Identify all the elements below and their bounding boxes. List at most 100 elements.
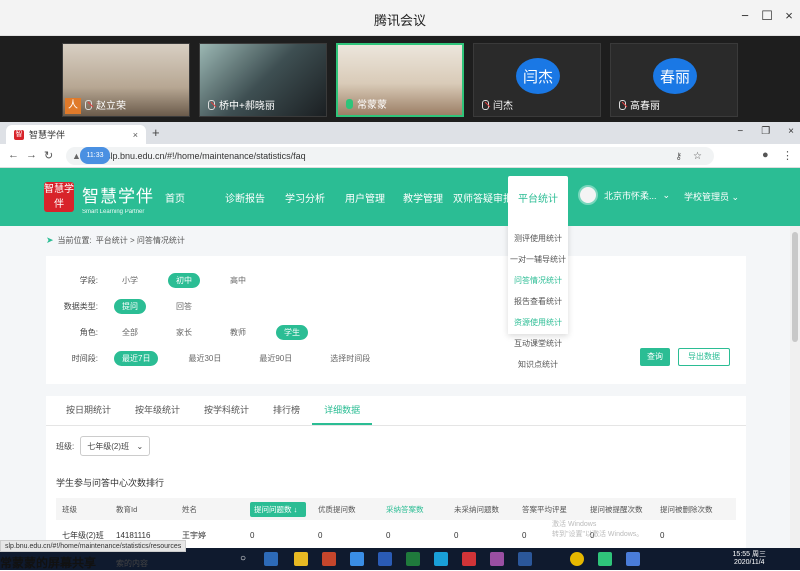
key-icon[interactable]: ⚷ [675, 151, 682, 162]
column-header[interactable]: 采纳答案数 [386, 504, 454, 515]
column-header[interactable]: 答案平均评星 [522, 504, 590, 515]
nav-item-analysis[interactable]: 学习分析 [285, 190, 345, 205]
participant-tile[interactable]: 闫杰 闫杰 [473, 43, 601, 117]
mic-off-icon [208, 99, 215, 110]
menu-item-report-view[interactable]: 报告查看统计 [508, 291, 568, 312]
role-menu[interactable]: 学校管理员 ⌄ [684, 190, 739, 203]
participant-tile[interactable]: 春丽 高春丽 [610, 43, 738, 117]
profile-icon[interactable]: ● [762, 149, 769, 161]
option-teacher[interactable]: 教师 [222, 325, 254, 340]
participant-tile-active[interactable]: 常蒙蒙 [336, 43, 464, 117]
minimize-icon[interactable]: − [737, 126, 743, 137]
menu-item-qa[interactable]: 问答情况统计 [508, 270, 568, 291]
close-tab-icon[interactable]: × [133, 130, 138, 140]
scrollbar[interactable] [790, 226, 800, 548]
nav-item-qa-approval[interactable]: 双师答疑审批 [453, 190, 513, 205]
column-header[interactable]: 优质提问数 [318, 504, 386, 515]
option-primary[interactable]: 小学 [114, 273, 146, 288]
windows-activation-notice: 激活 Windows 转到"设置"以激活 Windows。 [552, 521, 644, 538]
camera-feed [63, 44, 189, 116]
edge-icon[interactable] [350, 552, 364, 566]
app-icon[interactable] [518, 552, 532, 566]
option-30-days[interactable]: 最近30日 [180, 351, 229, 366]
close-icon[interactable]: × [782, 9, 796, 23]
option-all[interactable]: 全部 [114, 325, 146, 340]
tab-details[interactable]: 详细数据 [312, 396, 373, 425]
new-tab-button[interactable]: + [152, 125, 160, 140]
option-parent[interactable]: 家长 [168, 325, 200, 340]
filter-row-period: 时间段: 最近7日 最近30日 最近90日 选择时间段 [46, 350, 400, 366]
browser-tab[interactable]: 智 智慧学伴 × [6, 125, 146, 144]
nav-item-home[interactable]: 首页 [165, 190, 225, 205]
onenote-icon[interactable] [490, 552, 504, 566]
option-senior[interactable]: 高中 [222, 273, 254, 288]
app-icon[interactable] [626, 552, 640, 566]
menu-item-knowledge[interactable]: 知识点统计 [508, 354, 568, 375]
task-view-icon[interactable] [264, 552, 278, 566]
user-menu[interactable]: 北京市怀柔... ⌄ [578, 185, 670, 205]
menu-item-tutoring[interactable]: 一对一辅导统计 [508, 249, 568, 270]
tab-by-grade[interactable]: 按年级统计 [123, 396, 192, 425]
nav-item-statistics[interactable]: 平台统计 [508, 176, 568, 226]
option-90-days[interactable]: 最近90日 [251, 351, 300, 366]
column-header[interactable]: 未采纳问题数 [454, 504, 522, 515]
star-icon[interactable]: ☆ [693, 151, 702, 162]
chrome-icon[interactable] [570, 552, 584, 566]
export-button[interactable]: 导出数据 [678, 348, 730, 366]
table-cell: 0 [318, 530, 323, 540]
excel-icon[interactable] [406, 552, 420, 566]
column-header[interactable]: 班级 [56, 504, 116, 515]
tab-by-date[interactable]: 按日期统计 [54, 396, 123, 425]
brand-tagline: Smart Learning Partner [82, 209, 145, 215]
filter-row-role: 角色: 全部 家长 教师 学生 [46, 324, 330, 340]
filter-row-type: 数据类型: 提问 回答 [46, 298, 222, 314]
option-7-days[interactable]: 最近7日 [114, 350, 159, 366]
menu-item-interactive-class[interactable]: 互动课堂统计 [508, 333, 568, 354]
menu-item-resources[interactable]: 资源使用统计 [508, 312, 568, 333]
location-icon: ➤ [46, 235, 54, 245]
powerpoint-icon[interactable] [322, 552, 336, 566]
app-icon[interactable] [462, 552, 476, 566]
filter-label: 学段: [79, 275, 98, 285]
option-junior[interactable]: 初中 [168, 272, 200, 288]
back-icon[interactable]: ← [8, 149, 19, 161]
column-header[interactable]: 提问被删除次数 [660, 504, 722, 515]
tencent-meeting-icon[interactable] [598, 552, 612, 566]
scroll-thumb[interactable] [792, 232, 798, 342]
class-select[interactable]: 七年级(2)班 ⌄ [80, 436, 151, 456]
option-question[interactable]: 提问 [114, 298, 146, 314]
word-icon[interactable] [378, 552, 392, 566]
nav-item-report[interactable]: 诊断报告 [225, 190, 285, 205]
participant-tile[interactable]: 人 赵立荣 [62, 43, 190, 117]
column-header-sorted[interactable]: 提问问题数 ↓ [250, 501, 306, 517]
breadcrumb-path: 平台统计 > 问答情况统计 [95, 236, 185, 245]
close-icon[interactable]: × [788, 126, 794, 137]
url-input[interactable]: ▲ slp.bnu.edu.cn/#!/home/maintenance/sta… [66, 147, 714, 165]
clock[interactable]: 15:55 周三 2020/11/4 [733, 551, 766, 567]
query-button[interactable]: 查询 [640, 348, 670, 366]
menu-item-assessment[interactable]: 测评使用统计 [508, 228, 568, 249]
option-student[interactable]: 学生 [276, 324, 308, 340]
folder-icon[interactable] [294, 552, 308, 566]
column-header[interactable]: 提问被提醒次数 [590, 504, 660, 515]
participant-tile[interactable]: 桥中+郝晓丽 [199, 43, 327, 117]
menu-icon[interactable]: ⋮ [782, 149, 793, 162]
avatar [578, 185, 598, 205]
option-answer[interactable]: 回答 [168, 299, 200, 314]
option-custom-period[interactable]: 选择时间段 [322, 351, 378, 366]
column-header[interactable]: 教育Id [116, 504, 182, 515]
person-icon: 人 [65, 98, 81, 114]
restore-icon[interactable]: ❐ [761, 126, 770, 137]
tab-ranking[interactable]: 排行榜 [261, 396, 312, 425]
mail-icon[interactable] [434, 552, 448, 566]
maximize-icon[interactable]: ☐ [760, 9, 774, 23]
nav-item-users[interactable]: 用户管理 [345, 190, 403, 205]
nav-item-teaching[interactable]: 教学管理 [403, 190, 453, 205]
search-icon[interactable]: ○ [236, 552, 250, 566]
tab-by-subject[interactable]: 按学科统计 [192, 396, 261, 425]
forward-icon[interactable]: → [26, 149, 37, 161]
minimize-icon[interactable]: − [738, 9, 752, 23]
column-header[interactable]: 姓名 [182, 504, 250, 515]
reload-icon[interactable]: ↻ [44, 149, 53, 162]
participant-name: 赵立荣 [96, 101, 126, 112]
